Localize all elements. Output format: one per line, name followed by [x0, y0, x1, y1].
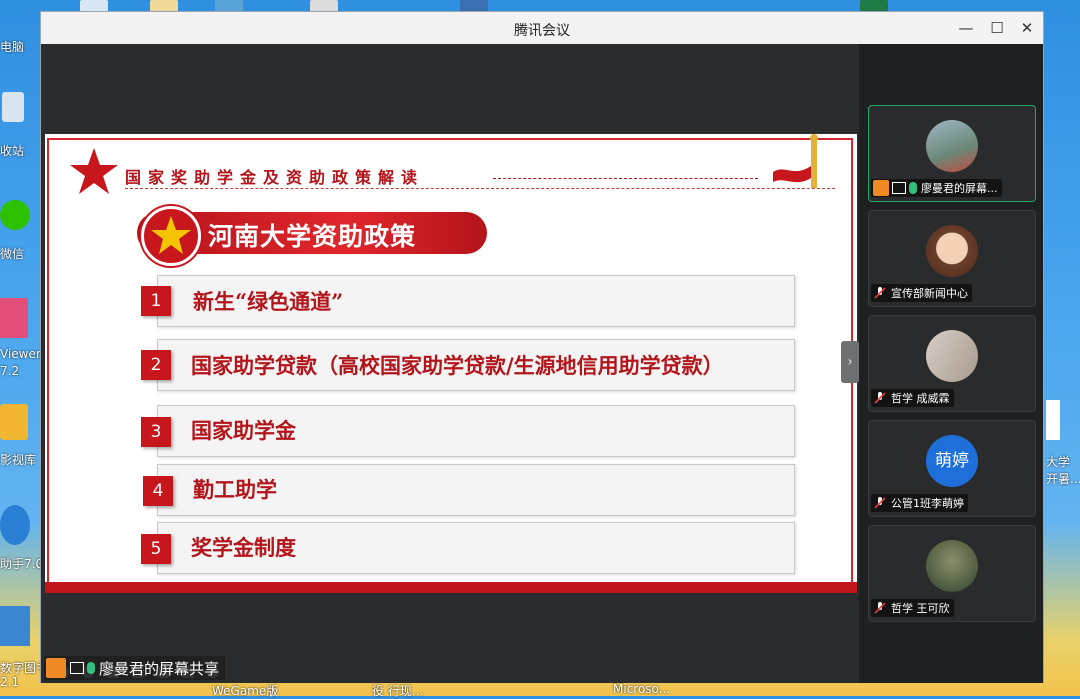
desktop-icon-label[interactable]: 大学: [1046, 453, 1070, 470]
participant-name: 公管1班李萌婷: [891, 497, 964, 510]
item-number: 4: [143, 476, 173, 506]
avatar: 萌婷: [926, 435, 978, 487]
desktop-icon-label[interactable]: WeGame版: [212, 682, 278, 699]
participant-name: 哲学 成威霖: [891, 392, 950, 405]
avatar: [926, 540, 978, 592]
collapse-sidebar-button[interactable]: ›: [841, 341, 859, 383]
desktop-icon-label[interactable]: 7.2: [0, 364, 19, 378]
desktop-icon-label[interactable]: 微信: [0, 245, 24, 262]
slide-header-title: 国家奖助学金及资助政策解读: [125, 168, 425, 187]
item-text: 新生“绿色通道”: [193, 289, 344, 314]
mic-muted-icon: [874, 497, 886, 509]
title-bar[interactable]: 腾讯会议 — ☐ ✕: [41, 12, 1043, 44]
desktop-icon-label[interactable]: 影视库: [0, 451, 36, 468]
desktop-icon-label[interactable]: 2.1: [0, 675, 19, 689]
word-doc-icon[interactable]: [1046, 400, 1060, 440]
desktop-icon-label[interactable]: 役 行现...: [372, 682, 423, 699]
participant-tile[interactable]: 宣传部新闻中心: [868, 210, 1036, 307]
participant-label: 哲学 王可欣: [871, 599, 954, 617]
gold-star-icon: [151, 216, 191, 254]
desktop-icon-label[interactable]: 收站: [0, 142, 24, 159]
host-badge-icon: [873, 180, 889, 196]
video-library-icon[interactable]: [0, 404, 28, 440]
minimize-button[interactable]: —: [951, 16, 981, 40]
participant-tile[interactable]: 萌婷 公管1班李萌婷: [868, 420, 1036, 517]
desktop-icon-label[interactable]: 电脑: [0, 38, 24, 55]
close-button[interactable]: ✕: [1012, 16, 1042, 40]
avatar: [926, 120, 978, 172]
window-title: 腾讯会议: [514, 23, 570, 39]
viewer-app-icon[interactable]: [0, 298, 28, 338]
desktop-icon-label[interactable]: Viewer: [0, 347, 41, 361]
participant-label: 廖曼君的屏幕...: [871, 179, 1002, 197]
screen-share-icon: [70, 662, 84, 674]
shared-screen-area: 国家奖助学金及资助政策解读 河南大学资助政策 1 新生“绿色通道” 2 国家助学: [41, 44, 859, 683]
participants-sidebar: 廖曼君的屏幕... 宣传部新闻中心 哲学 成威霖 萌婷 公管1班李萌婷 哲学 王…: [859, 44, 1043, 683]
red-flag-icon: [773, 134, 818, 188]
header-divider: [493, 178, 758, 179]
item-number: 2: [141, 350, 171, 380]
desktop-icon-label[interactable]: 助手7.0: [0, 555, 43, 572]
header-divider: [125, 188, 835, 189]
red-star-icon: [70, 148, 118, 194]
participant-label: 公管1班李萌婷: [871, 494, 968, 512]
share-label: 廖曼君的屏幕共享: [99, 659, 220, 678]
wechat-icon[interactable]: [0, 200, 30, 230]
mic-on-icon: [87, 662, 95, 674]
item-text: 国家助学贷款（高校国家助学贷款/生源地信用助学贷款）: [191, 353, 724, 378]
item-number: 1: [141, 286, 171, 316]
avatar: [926, 330, 978, 382]
avatar: [926, 225, 978, 277]
slide-bottom-bar: [45, 582, 857, 593]
participant-tile[interactable]: 哲学 成威霖: [868, 315, 1036, 412]
item-text: 勤工助学: [193, 477, 277, 502]
item-number: 3: [141, 417, 171, 447]
banner-title: 河南大学资助政策: [208, 222, 417, 251]
participant-name: 宣传部新闻中心: [891, 287, 968, 300]
mic-muted-icon: [874, 392, 886, 404]
presentation-slide: 国家奖助学金及资助政策解读 河南大学资助政策 1 新生“绿色通道” 2 国家助学: [45, 134, 857, 678]
mic-on-icon: [909, 182, 917, 194]
participant-tile[interactable]: 哲学 王可欣: [868, 525, 1036, 622]
desktop-icon-label[interactable]: 开暑...: [1046, 470, 1080, 487]
participant-label: 宣传部新闻中心: [871, 284, 972, 302]
maximize-button[interactable]: ☐: [982, 16, 1012, 40]
participant-name: 廖曼君的屏幕...: [921, 182, 998, 195]
assistant-app-icon[interactable]: [0, 505, 30, 545]
mic-muted-icon: [874, 602, 886, 614]
screen-share-icon: [892, 182, 906, 194]
desktop-icon-label[interactable]: Microso...: [613, 682, 670, 696]
screen-share-indicator[interactable]: 廖曼君的屏幕共享: [44, 656, 226, 680]
mic-muted-icon: [874, 287, 886, 299]
participant-label: 哲学 成威霖: [871, 389, 954, 407]
meeting-window: 腾讯会议 — ☐ ✕ 国家奖助学金及资助政策解读 河南大学资助政策 1 新生“绿…: [40, 11, 1044, 683]
recycle-bin-icon[interactable]: [2, 92, 24, 122]
host-badge-icon: [46, 658, 66, 678]
banner-star-badge: [141, 206, 201, 266]
participant-name: 哲学 王可欣: [891, 602, 950, 615]
participant-tile[interactable]: 廖曼君的屏幕...: [868, 105, 1036, 202]
item-text: 奖学金制度: [191, 535, 296, 560]
digital-library-icon[interactable]: [0, 606, 30, 646]
item-text: 国家助学金: [191, 418, 296, 443]
item-number: 5: [141, 534, 171, 564]
